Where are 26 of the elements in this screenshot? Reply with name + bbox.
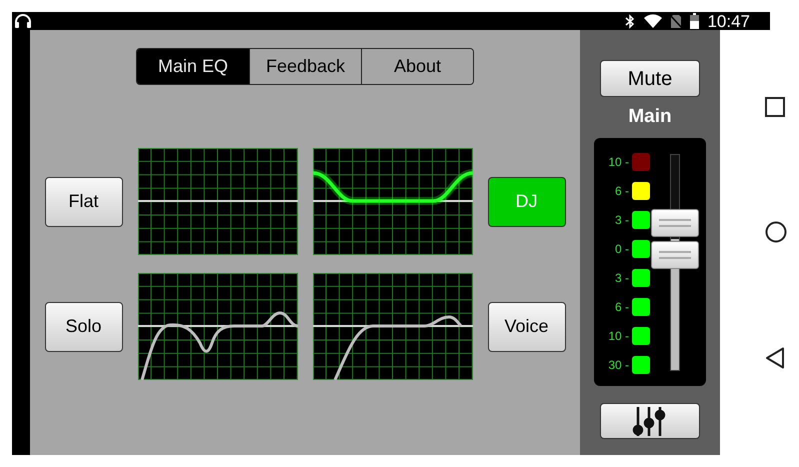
battery-icon (690, 13, 700, 29)
clock-time: 10:47 (707, 12, 750, 30)
meter-scale-label: 3 - (614, 272, 629, 284)
meter-scale-label: 10 - (608, 330, 629, 342)
meter-scale-label: 3 - (614, 214, 629, 226)
headphones-icon (14, 13, 32, 29)
preset-button[interactable]: Solo (44, 302, 122, 352)
meter-scale-label: 6 - (614, 185, 629, 197)
preset-button[interactable]: Flat (44, 176, 122, 226)
sliders-icon (632, 405, 668, 437)
wifi-icon (644, 14, 662, 28)
back-icon[interactable] (765, 347, 785, 369)
mixer-button[interactable] (600, 403, 700, 439)
meter-scale-label: 10 - (608, 156, 629, 168)
home-icon[interactable] (765, 221, 787, 243)
recents-icon[interactable] (765, 97, 785, 117)
meter-scale-label: 0 - (614, 243, 629, 255)
preset-button[interactable]: Voice (488, 302, 566, 352)
tab[interactable]: About (361, 49, 473, 84)
channel-name: Main (628, 105, 672, 129)
mute-button[interactable]: Mute (600, 60, 700, 97)
fader-thumb[interactable] (651, 208, 699, 269)
meter-scale-label: 6 - (614, 301, 629, 313)
meter-scale-label: 30 - (608, 359, 629, 371)
tab[interactable]: Main EQ (137, 49, 249, 84)
bluetooth-icon (624, 14, 636, 28)
